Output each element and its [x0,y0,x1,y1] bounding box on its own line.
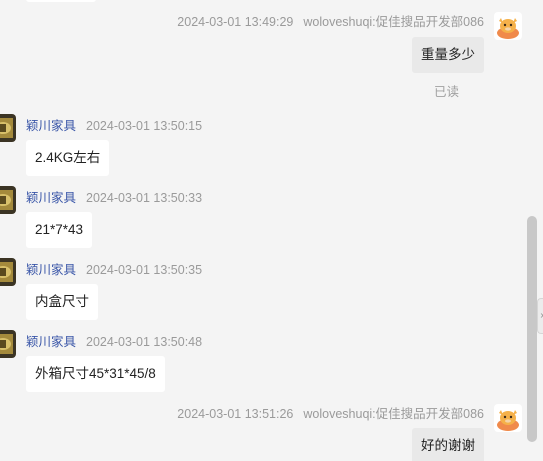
previous-message-bubble-edge [26,0,96,2]
read-status: 已读 [433,85,459,99]
incoming-message-bubble[interactable]: 21*7*43 [26,212,93,248]
message-time: 2024-03-01 13:49:29 [177,15,294,29]
message-sender-name: woloveshuqi:促佳搜品开发部086 [303,407,484,421]
cartoon-cow-avatar-icon[interactable] [494,12,522,40]
outgoing-message-bubble[interactable]: 好的谢谢 [412,428,484,461]
incoming-message-bubble[interactable]: 内盒尺寸 [26,284,98,320]
message-meta: 2024-03-01 13:51:26 woloveshuqi:促佳搜品开发部08… [177,403,484,422]
message-time: 2024-03-01 13:50:15 [86,119,203,133]
message-sender-name: 颖川家具 [26,263,77,277]
message-sender-name: 颖川家具 [26,119,77,133]
shop-avatar-icon[interactable] [0,330,16,358]
shop-avatar-icon[interactable] [0,258,16,286]
message-sender-name: 颖川家具 [26,191,77,205]
message-meta: 颖川家具 2024-03-01 13:50:15 [26,115,202,134]
outgoing-message-bubble[interactable]: 重量多少 [412,37,484,73]
message-meta: 颖川家具 2024-03-01 13:50:35 [26,259,202,278]
chevron-right-icon[interactable]: › [537,298,543,334]
message-meta: 颖川家具 2024-03-01 13:50:33 [26,187,202,206]
incoming-message-bubble[interactable]: 2.4KG左右 [26,140,110,176]
cartoon-cow-avatar-icon[interactable] [494,404,522,432]
scrollbar-track[interactable]: › [525,0,543,461]
scrollbar-thumb[interactable] [527,216,537,442]
shop-avatar-icon[interactable] [0,114,16,142]
message-time: 2024-03-01 13:50:33 [86,191,203,205]
chat-message-list[interactable]: 2024-03-01 13:49:29 woloveshuqi:促佳搜品开发部08… [0,0,525,461]
message-meta: 颖川家具 2024-03-01 13:50:48 [26,331,202,350]
message-time: 2024-03-01 13:50:48 [86,335,203,349]
incoming-message-bubble[interactable]: 外箱尺寸45*31*45/8 [26,356,165,392]
message-sender-name: woloveshuqi:促佳搜品开发部086 [303,15,484,29]
shop-avatar-icon[interactable] [0,186,16,214]
message-meta: 2024-03-01 13:49:29 woloveshuqi:促佳搜品开发部08… [177,11,484,30]
message-sender-name: 颖川家具 [26,335,77,349]
message-time: 2024-03-01 13:51:26 [177,407,294,421]
message-time: 2024-03-01 13:50:35 [86,263,203,277]
